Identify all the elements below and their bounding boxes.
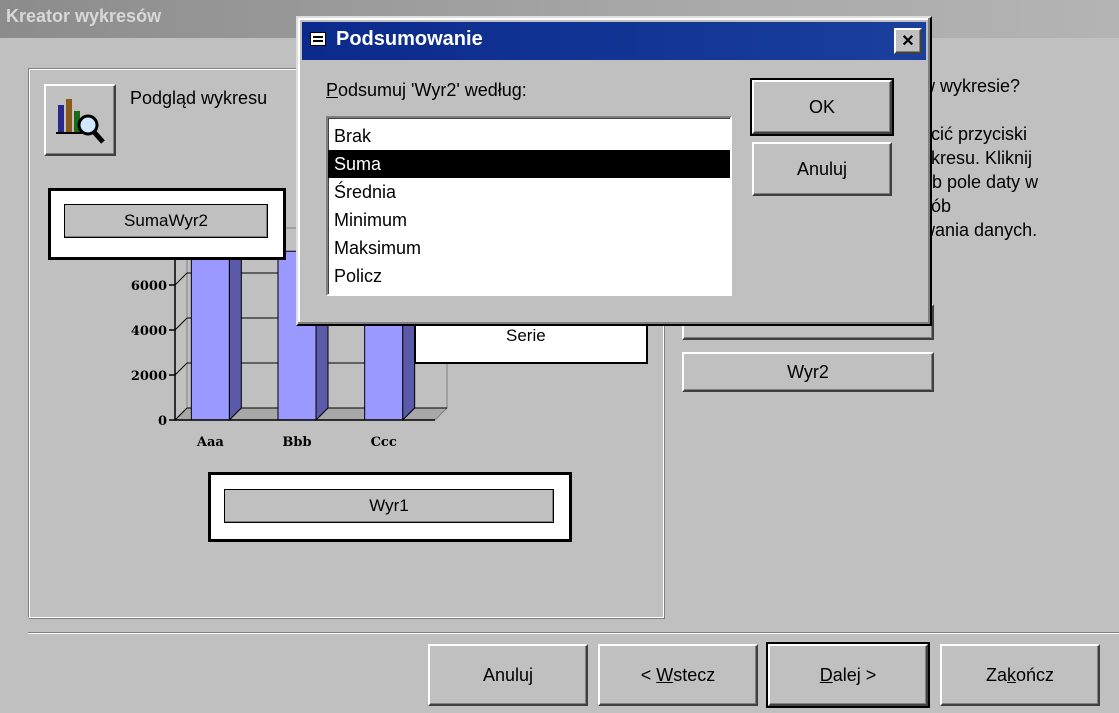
dialog-app-icon <box>310 32 326 46</box>
cancel-button[interactable]: Anuluj <box>428 644 588 706</box>
chart-preview-button[interactable] <box>44 84 116 156</box>
field-wyr1[interactable]: Wyr1 <box>224 489 554 523</box>
dialog-prompt: Podsumuj 'Wyr2' według: <box>326 80 527 100</box>
chart-bar <box>190 250 230 421</box>
preview-label: Podgląd wykresu <box>130 88 268 108</box>
chart-bar-side <box>228 238 242 422</box>
dialog-title: Podsumowanie <box>336 28 483 50</box>
back-button[interactable]: < Wstecz <box>598 644 758 706</box>
axis-field-drop-zone[interactable]: Wyr1 <box>208 472 572 542</box>
summary-dialog: Podsumowanie ✕ Podsumuj 'Wyr2' według: B… <box>296 16 932 326</box>
ok-button[interactable]: OK <box>750 78 894 136</box>
chart-x-tick-label: Ccc <box>371 435 397 450</box>
data-field-drop-zone[interactable]: SumaWyr2 <box>48 188 286 260</box>
summary-option[interactable]: Suma <box>328 150 730 178</box>
summary-option[interactable]: Minimum <box>328 206 730 234</box>
chart-y-tick-label: 6000 <box>131 279 167 294</box>
close-icon: ✕ <box>901 33 915 50</box>
chart-y-tick-label: 4000 <box>131 324 167 339</box>
chart-x-tick-label: Bbb <box>282 435 311 450</box>
chart-y-axis: 0 2000 4000 6000 <box>131 240 176 429</box>
field-suma-wyr2[interactable]: SumaWyr2 <box>64 204 268 238</box>
summary-option[interactable]: Maksimum <box>328 234 730 262</box>
bottom-separator <box>28 632 1119 634</box>
dialog-close-button[interactable]: ✕ <box>894 28 922 54</box>
chart-x-axis: Aaa Bbb Ccc <box>175 419 435 450</box>
chart-x-tick-label: Aaa <box>196 435 225 450</box>
wizard-title: Kreator wykresów <box>6 6 162 26</box>
summary-options-list[interactable]: Brak Suma Średnia Minimum Maksimum Policz <box>326 116 732 296</box>
summary-option[interactable]: Brak <box>328 122 730 150</box>
field-list-item-wyr2[interactable]: Wyr2 <box>682 352 934 392</box>
chart-y-tick-label: 0 <box>158 414 167 429</box>
chart-preview-icon <box>56 99 105 144</box>
series-label: Serie <box>506 326 546 345</box>
summary-option[interactable]: Średnia <box>328 178 730 206</box>
dialog-cancel-button[interactable]: Anuluj <box>752 142 892 196</box>
hint-text: w wykresie? ścić przyciski ykresu. Klikn… <box>922 76 1039 240</box>
dialog-titlebar: Podsumowanie ✕ <box>302 22 926 60</box>
summary-option[interactable]: Policz <box>328 262 730 290</box>
finish-button[interactable]: Za k ończ <box>940 644 1100 706</box>
chart-y-tick-label: 2000 <box>131 369 167 384</box>
next-button[interactable]: Dalej > <box>766 642 930 708</box>
